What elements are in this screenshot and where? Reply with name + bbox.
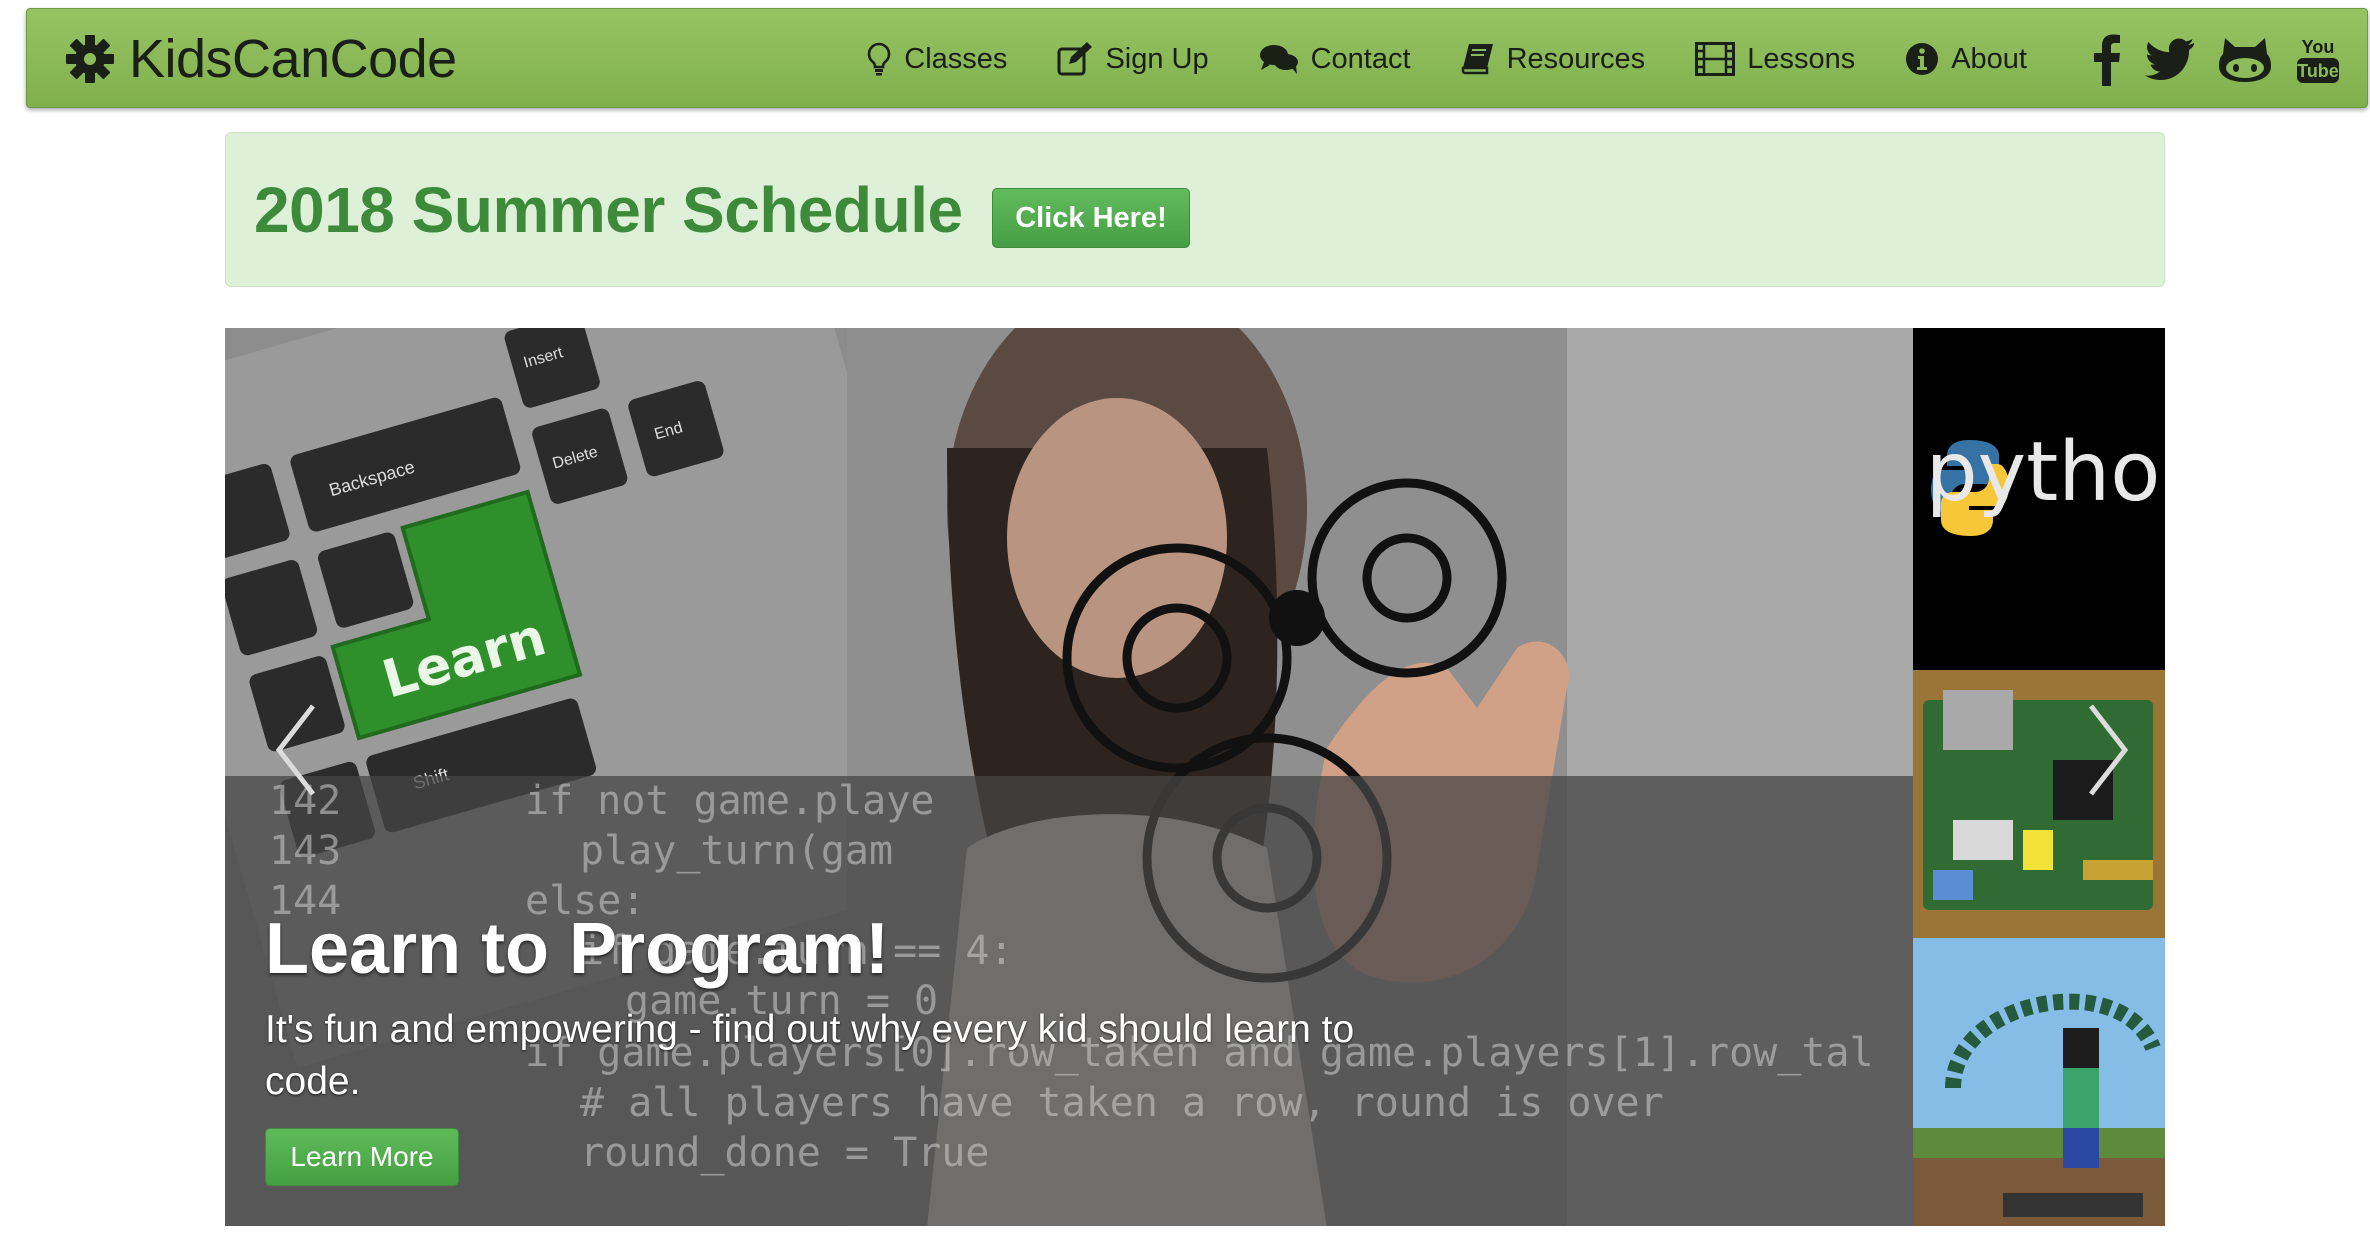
chevron-left-icon <box>275 704 315 796</box>
nav-item-lessons[interactable]: Lessons <box>1695 42 1855 76</box>
nav-menu: Classes Sign Up Contact Resources Lesson… <box>816 9 2341 109</box>
facebook-link[interactable] <box>2093 32 2121 86</box>
click-here-button[interactable]: Click Here! <box>992 188 1190 248</box>
nav-item-sign-up[interactable]: Sign Up <box>1057 42 1209 76</box>
code-line: play_turn(gam <box>580 828 893 874</box>
social-links: You Tube <box>2069 32 2341 86</box>
youtube-link[interactable]: You Tube <box>2295 33 2341 85</box>
carousel-caption-text: It's fun and empowering - find out why e… <box>265 1008 1355 1103</box>
github-icon <box>2219 38 2271 82</box>
nav-item-contact[interactable]: Contact <box>1259 43 1411 76</box>
nav-label-sign-up: Sign Up <box>1105 42 1209 75</box>
twitter-icon <box>2145 38 2194 80</box>
code-line: round_done = True <box>580 1130 989 1176</box>
youtube-text-bottom: Tube <box>2297 61 2339 81</box>
nav-label-about: About <box>1951 42 2027 75</box>
chevron-right-icon <box>2089 704 2129 796</box>
hero-carousel: Backspace Insert Delete End Learn Shift <box>225 328 2165 1226</box>
nav-label-resources: Resources <box>1506 42 1646 75</box>
code-line: if not game.playe <box>525 778 934 824</box>
summer-schedule-alert: 2018 Summer Schedule Click Here! <box>225 132 2165 287</box>
code-overlay: 142 143 144 if not game.playe play_turn(… <box>225 776 1913 1226</box>
book-icon <box>1461 44 1493 75</box>
nav-item-classes[interactable]: Classes <box>866 42 1007 76</box>
comments-icon <box>1259 45 1298 74</box>
lightbulb-icon <box>868 42 891 76</box>
brand-logo[interactable]: KidsCanCode <box>65 29 457 89</box>
twitter-link[interactable] <box>2145 38 2195 80</box>
nav-label-classes: Classes <box>904 42 1008 75</box>
nav-label-contact: Contact <box>1310 42 1411 75</box>
github-link[interactable] <box>2219 36 2271 82</box>
navbar: KidsCanCode Classes Sign Up Contact Reso… <box>26 8 2368 108</box>
facebook-icon <box>2094 34 2120 86</box>
carousel-next-control[interactable] <box>2045 328 2165 1226</box>
carousel-caption-title: Learn to Program! <box>265 909 890 989</box>
nav-label-lessons: Lessons <box>1747 42 1856 75</box>
gear-icon <box>66 35 114 83</box>
edit-icon <box>1057 42 1093 76</box>
nav-item-resources[interactable]: Resources <box>1461 42 1646 76</box>
info-circle-icon <box>1906 43 1939 75</box>
alert-title: 2018 Summer Schedule <box>254 174 963 246</box>
youtube-text-top: You <box>2302 37 2335 57</box>
carousel-prev-control[interactable] <box>225 328 345 1226</box>
film-icon <box>1695 42 1736 76</box>
youtube-icon: You Tube <box>2297 37 2339 83</box>
nav-item-about[interactable]: About <box>1905 42 2027 76</box>
brand-name: KidsCanCode <box>129 29 457 89</box>
code-graphic: 142 143 144 if not game.playe play_turn(… <box>269 778 1874 1176</box>
